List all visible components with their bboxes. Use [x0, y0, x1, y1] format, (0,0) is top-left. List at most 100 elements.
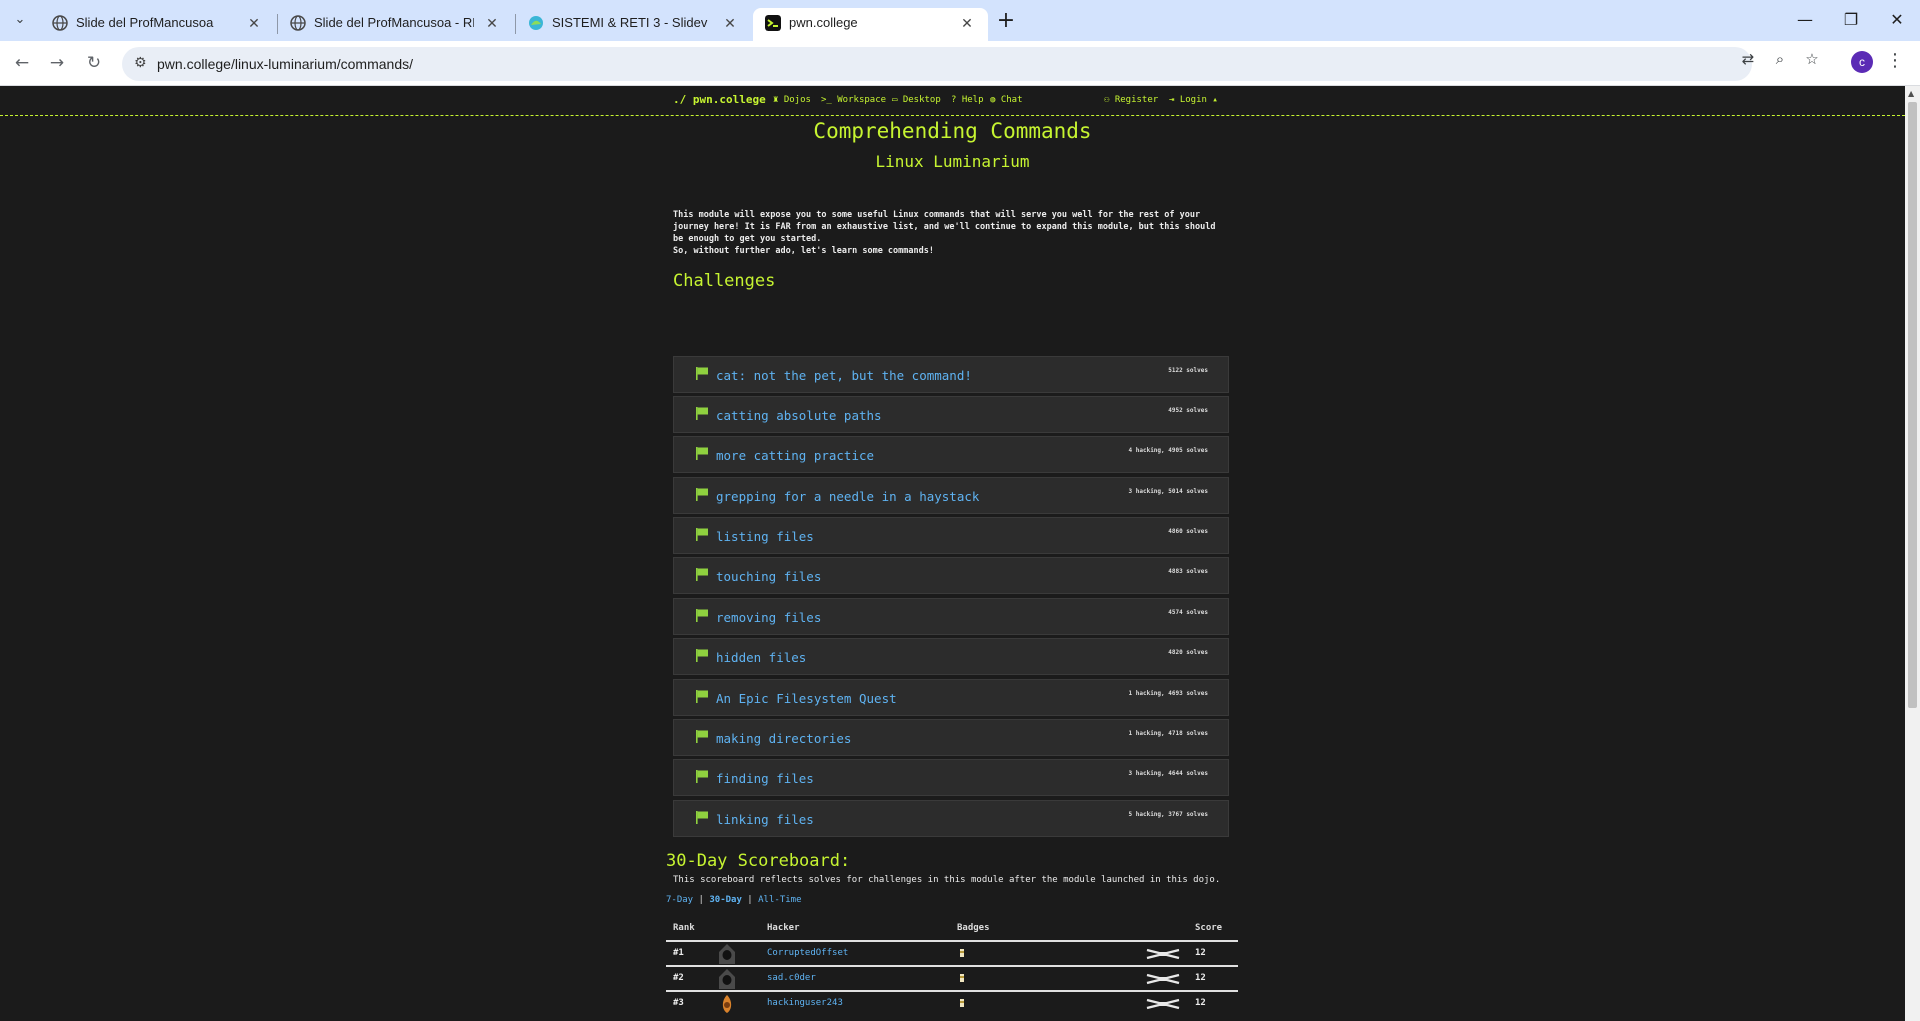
page-scrollbar[interactable]: ▲	[1905, 86, 1920, 1021]
rank-cell: #3	[673, 998, 684, 1008]
browser-tab-3[interactable]: SISTEMI & RETI 3 - Slidev ✕	[516, 8, 751, 41]
challenge-item[interactable]: more catting practice 4 hacking, 4905 sol…	[673, 436, 1229, 473]
profile-avatar[interactable]: c	[1851, 51, 1873, 73]
challenge-item[interactable]: linking files 5 hacking, 3767 solves	[673, 800, 1229, 837]
period-30-day[interactable]: 30-Day	[709, 895, 742, 905]
flag-icon	[696, 407, 708, 420]
challenge-stats: 5 hacking, 3767 solves	[1128, 811, 1208, 818]
challenge-name[interactable]: touching files	[716, 569, 821, 584]
page-content: ./ pwn.college ♜ Dojos >_ Workspace ▭ De…	[0, 86, 1905, 1021]
badge-icon	[960, 999, 964, 1007]
flag-icon	[696, 770, 708, 783]
challenge-name[interactable]: grepping for a needle in a haystack	[716, 489, 979, 504]
browser-tab-2[interactable]: Slide del ProfMancusoa - RETI 3 ✕	[278, 8, 513, 41]
tab-title: pwn.college	[789, 15, 858, 30]
nav-dojos[interactable]: ♜ Dojos	[773, 95, 811, 105]
flag-icon	[696, 690, 708, 703]
flag-icon	[696, 730, 708, 743]
challenge-item[interactable]: catting absolute paths 4952 solves	[673, 396, 1229, 433]
challenge-item[interactable]: making directories 1 hacking, 4718 solves	[673, 719, 1229, 756]
flag-icon	[696, 447, 708, 460]
scoreboard-description: This scoreboard reflects solves for chal…	[673, 875, 1221, 885]
challenge-item[interactable]: removing files 4574 solves	[673, 598, 1229, 635]
hooded-avatar-icon	[719, 944, 735, 964]
challenge-item[interactable]: finding files 3 hacking, 4644 solves	[673, 759, 1229, 796]
challenge-item[interactable]: An Epic Filesystem Quest 1 hacking, 4693 …	[673, 679, 1229, 716]
challenge-stats: 4820 solves	[1168, 649, 1208, 656]
zoom-icon[interactable]: ⌕	[1770, 49, 1790, 69]
login-icon: ⇥	[1169, 95, 1180, 105]
caret-up-icon: ▴	[1206, 95, 1218, 105]
challenge-item[interactable]: listing files 4860 solves	[673, 517, 1229, 554]
close-window-icon[interactable]: ✕	[1874, 0, 1920, 40]
table-row: #3 hackinguser243 12	[666, 990, 1238, 1014]
hacker-link[interactable]: hackinguser243	[767, 998, 843, 1008]
scrollbar-thumb[interactable]	[1908, 102, 1917, 708]
challenge-item[interactable]: grepping for a needle in a haystack 3 hac…	[673, 477, 1229, 514]
period-all-time[interactable]: All-Time	[758, 895, 801, 905]
challenge-name[interactable]: linking files	[716, 812, 814, 827]
globe-icon	[290, 15, 306, 31]
challenge-stats: 1 hacking, 4718 solves	[1128, 730, 1208, 737]
new-tab-plus-icon[interactable]: +	[992, 8, 1020, 36]
challenges-heading: Challenges	[673, 271, 776, 291]
challenge-name[interactable]: An Epic Filesystem Quest	[716, 691, 897, 706]
site-logo[interactable]: ./ pwn.college	[673, 93, 766, 106]
close-tab-icon[interactable]: ✕	[481, 12, 503, 34]
close-tab-icon[interactable]: ✕	[956, 12, 978, 34]
challenge-stats: 4883 solves	[1168, 568, 1208, 575]
minimize-icon[interactable]: —	[1782, 0, 1828, 40]
table-row: #2 sad.c0der 12	[666, 965, 1238, 989]
restore-icon[interactable]: ❐	[1828, 0, 1874, 40]
address-bar[interactable]: ⚙ pwn.college/linux-luminarium/commands/	[122, 47, 1752, 81]
challenge-item[interactable]: hidden files 4820 solves	[673, 638, 1229, 675]
scoreboard-heading: 30-Day Scoreboard:	[666, 851, 851, 871]
challenge-stats: 4952 solves	[1168, 407, 1208, 414]
challenge-name[interactable]: cat: not the pet, but the command!	[716, 368, 972, 383]
challenge-stats: 5122 solves	[1168, 367, 1208, 374]
site-navbar: ./ pwn.college ♜ Dojos >_ Workspace ▭ De…	[0, 86, 1905, 116]
module-description-2: So, without further ado, let's learn som…	[673, 246, 934, 256]
challenge-stats: 4860 solves	[1168, 528, 1208, 535]
close-tab-icon[interactable]: ✕	[719, 12, 741, 34]
nav-login[interactable]: ⇥ Login ▴	[1169, 95, 1218, 105]
url-text[interactable]: pwn.college/linux-luminarium/commands/	[157, 56, 413, 72]
nav-chat[interactable]: ◍ Chat	[990, 95, 1023, 105]
challenge-item[interactable]: touching files 4883 solves	[673, 557, 1229, 594]
bookmark-star-icon[interactable]: ☆	[1802, 49, 1822, 69]
nav-register[interactable]: ⚇ Register	[1104, 95, 1158, 105]
reload-icon[interactable]: ↻	[81, 50, 107, 76]
back-arrow-icon[interactable]: ←	[9, 50, 35, 76]
user-plus-icon: ⚇	[1104, 95, 1115, 105]
tab-title: Slide del ProfMancusoa - RETI 3	[314, 15, 474, 30]
translate-icon[interactable]: ⇄	[1738, 49, 1758, 69]
site-info-icon[interactable]: ⚙	[134, 55, 147, 71]
badge-icon	[960, 974, 964, 982]
rank-cell: #1	[673, 948, 684, 958]
challenge-name[interactable]: catting absolute paths	[716, 408, 882, 423]
browser-tab-1[interactable]: Slide del ProfMancusoa ✕	[40, 8, 275, 41]
challenge-name[interactable]: hidden files	[716, 650, 806, 665]
challenge-name[interactable]: making directories	[716, 731, 851, 746]
orange-avatar-icon	[722, 995, 732, 1013]
close-tab-icon[interactable]: ✕	[243, 12, 265, 34]
period-7-day[interactable]: 7-Day	[666, 895, 693, 905]
challenge-name[interactable]: more catting practice	[716, 448, 874, 463]
nav-help[interactable]: ? Help	[951, 95, 984, 105]
scroll-up-icon[interactable]: ▲	[1908, 89, 1914, 98]
nav-workspace[interactable]: >_ Workspace	[821, 95, 886, 105]
hacker-link[interactable]: sad.c0der	[767, 973, 816, 983]
browser-tab-4-active[interactable]: pwn.college ✕	[753, 8, 988, 41]
nav-desktop[interactable]: ▭ Desktop	[892, 95, 941, 105]
forward-arrow-icon[interactable]: →	[44, 50, 70, 76]
flag-icon	[696, 649, 708, 662]
challenge-item[interactable]: cat: not the pet, but the command! 5122 s…	[673, 356, 1229, 393]
challenge-name[interactable]: removing files	[716, 610, 821, 625]
castle-icon: ♜	[773, 95, 784, 105]
browser-menu-icon[interactable]: ⋮	[1886, 50, 1904, 71]
hacker-link[interactable]: CorruptedOffset	[767, 948, 848, 958]
question-icon: ?	[951, 95, 962, 105]
challenge-name[interactable]: finding files	[716, 771, 814, 786]
tab-search-chevron-icon[interactable]: ⌄	[8, 8, 32, 32]
challenge-name[interactable]: listing files	[716, 529, 814, 544]
